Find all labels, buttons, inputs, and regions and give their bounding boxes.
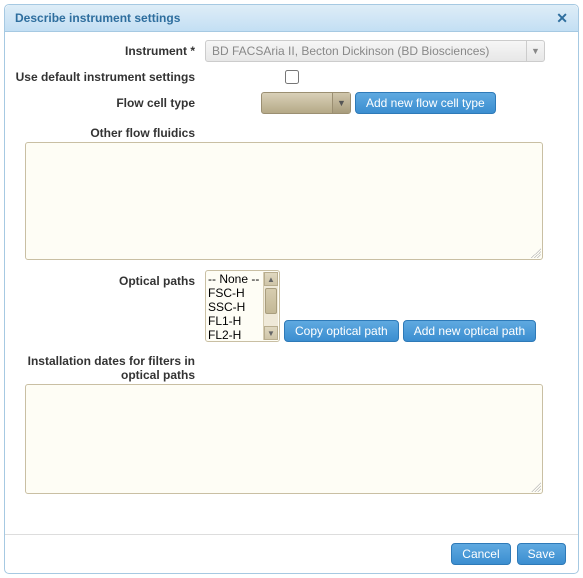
row-install-dates-label: Installation dates for filters in optica… [15, 350, 558, 382]
install-dates-wrap [25, 384, 543, 494]
row-flow-cell-type: Flow cell type ▼ Add new flow cell type [15, 92, 558, 114]
other-fluidics-wrap [25, 142, 543, 260]
cancel-button[interactable]: Cancel [451, 543, 510, 565]
label-other-fluidics: Other flow fluidics [15, 122, 205, 140]
use-default-checkbox[interactable] [285, 70, 299, 84]
dialog-content: Instrument * BD FACSAria II, Becton Dick… [5, 32, 578, 534]
dialog-button-bar: Cancel Save [5, 534, 578, 573]
list-item[interactable]: FL2-H [208, 328, 262, 342]
close-icon[interactable]: ✕ [556, 11, 568, 25]
label-use-default: Use default instrument settings [15, 70, 205, 84]
add-optical-path-button[interactable]: Add new optical path [403, 320, 536, 342]
row-use-default: Use default instrument settings [15, 70, 558, 84]
label-flow-cell-type: Flow cell type [15, 92, 205, 110]
row-instrument: Instrument * BD FACSAria II, Becton Dick… [15, 40, 558, 62]
label-optical-paths: Optical paths [15, 270, 205, 288]
chevron-down-icon: ▼ [526, 41, 544, 61]
scroll-thumb[interactable] [265, 288, 277, 314]
add-flow-cell-type-button[interactable]: Add new flow cell type [355, 92, 496, 114]
label-instrument: Instrument * [15, 40, 205, 58]
list-item[interactable]: FSC-H [208, 286, 262, 300]
list-item[interactable]: FL1-H [208, 314, 262, 328]
dialog: Describe instrument settings ✕ Instrumen… [4, 4, 579, 574]
copy-optical-path-button[interactable]: Copy optical path [284, 320, 399, 342]
instrument-select-value: BD FACSAria II, Becton Dickinson (BD Bio… [212, 44, 489, 58]
chevron-down-icon: ▼ [332, 93, 350, 113]
row-optical-paths: Optical paths -- None -- FSC-H SSC-H FL1… [15, 270, 558, 342]
scroll-up-icon[interactable]: ▲ [264, 272, 278, 286]
listbox-scrollbar[interactable]: ▲ ▼ [263, 272, 278, 340]
list-item[interactable]: -- None -- [208, 272, 262, 286]
save-button[interactable]: Save [517, 543, 566, 565]
scroll-track[interactable] [264, 286, 278, 326]
scroll-down-icon[interactable]: ▼ [264, 326, 278, 340]
dialog-titlebar: Describe instrument settings ✕ [5, 5, 578, 32]
flow-cell-type-select[interactable]: ▼ [261, 92, 351, 114]
list-item[interactable]: SSC-H [208, 300, 262, 314]
label-install-dates: Installation dates for filters in optica… [15, 350, 205, 382]
optical-paths-listbox[interactable]: -- None -- FSC-H SSC-H FL1-H FL2-H ▲ ▼ [205, 270, 280, 342]
instrument-select[interactable]: BD FACSAria II, Becton Dickinson (BD Bio… [205, 40, 545, 62]
install-dates-textarea[interactable] [25, 384, 543, 494]
other-fluidics-textarea[interactable] [25, 142, 543, 260]
optical-paths-items: -- None -- FSC-H SSC-H FL1-H FL2-H [206, 271, 264, 342]
row-other-fluidics-label: Other flow fluidics [15, 122, 558, 140]
dialog-title: Describe instrument settings [15, 11, 180, 25]
